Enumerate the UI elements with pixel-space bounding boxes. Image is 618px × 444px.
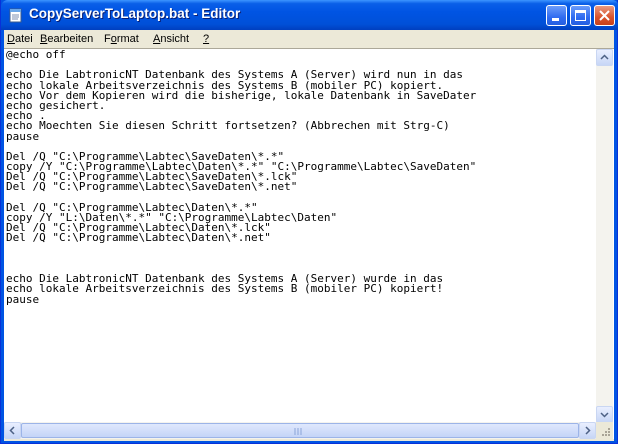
- title-bar[interactable]: CopyServerToLaptop.bat - Editor: [1, 0, 618, 30]
- menu-format[interactable]: Format: [104, 33, 139, 45]
- window-client-area: Datei Bearbeiten Format Ansicht ? @echo …: [4, 30, 614, 441]
- text-line[interactable]: Del /Q "C:\Programme\Labtec\SaveDaten\*.…: [6, 181, 596, 192]
- close-icon: [599, 10, 610, 21]
- editor-window: CopyServerToLaptop.bat - Editor Datei Be…: [0, 0, 618, 444]
- text-line[interactable]: [6, 244, 596, 254]
- arrow-left-icon: [9, 426, 15, 435]
- minimize-button[interactable]: [546, 5, 567, 26]
- menu-datei[interactable]: Datei: [7, 33, 33, 45]
- minimize-icon: [552, 18, 559, 21]
- text-line[interactable]: pause: [6, 130, 596, 142]
- text-line[interactable]: echo Moechten Sie diesen Schritt fortset…: [6, 120, 596, 131]
- scroll-left-button[interactable]: [4, 422, 21, 439]
- window-title: CopyServerToLaptop.bat - Editor: [29, 6, 241, 21]
- horizontal-scrollbar[interactable]: [4, 422, 596, 439]
- menu-help[interactable]: ?: [203, 33, 209, 45]
- editor-text[interactable]: @echo off echo Die LabtronicNT Datenbank …: [6, 50, 596, 422]
- scroll-right-button[interactable]: [579, 422, 596, 439]
- resize-grip[interactable]: [596, 422, 613, 439]
- text-line[interactable]: @echo off: [6, 50, 596, 60]
- close-button[interactable]: [594, 5, 615, 26]
- menu-bearbeiten[interactable]: Bearbeiten: [40, 33, 93, 45]
- scroll-up-button[interactable]: [596, 49, 613, 66]
- text-line[interactable]: echo gesichert.: [6, 100, 596, 111]
- text-line[interactable]: echo lokale Arbeitsverzeichnis des Syste…: [6, 283, 596, 294]
- text-editor[interactable]: @echo off echo Die LabtronicNT Datenbank …: [4, 48, 614, 439]
- text-line[interactable]: Del /Q "C:\Programme\Labtec\Daten\*.net": [6, 232, 596, 243]
- maximize-button[interactable]: [570, 5, 591, 26]
- grip-icon: [294, 428, 302, 435]
- maximize-icon: [575, 10, 586, 21]
- text-line[interactable]: pause: [6, 293, 596, 305]
- notepad-icon: [8, 8, 23, 23]
- menu-ansicht[interactable]: Ansicht: [153, 33, 189, 45]
- horizontal-scroll-thumb[interactable]: [21, 423, 579, 438]
- scroll-down-button[interactable]: [596, 406, 613, 423]
- text-line[interactable]: [6, 254, 596, 264]
- arrow-up-icon: [600, 54, 609, 60]
- resize-grip-icon: [602, 428, 610, 436]
- vertical-scrollbar[interactable]: [596, 49, 613, 423]
- arrow-down-icon: [600, 412, 609, 418]
- arrow-right-icon: [585, 426, 591, 435]
- menu-bar: Datei Bearbeiten Format Ansicht ?: [4, 30, 614, 48]
